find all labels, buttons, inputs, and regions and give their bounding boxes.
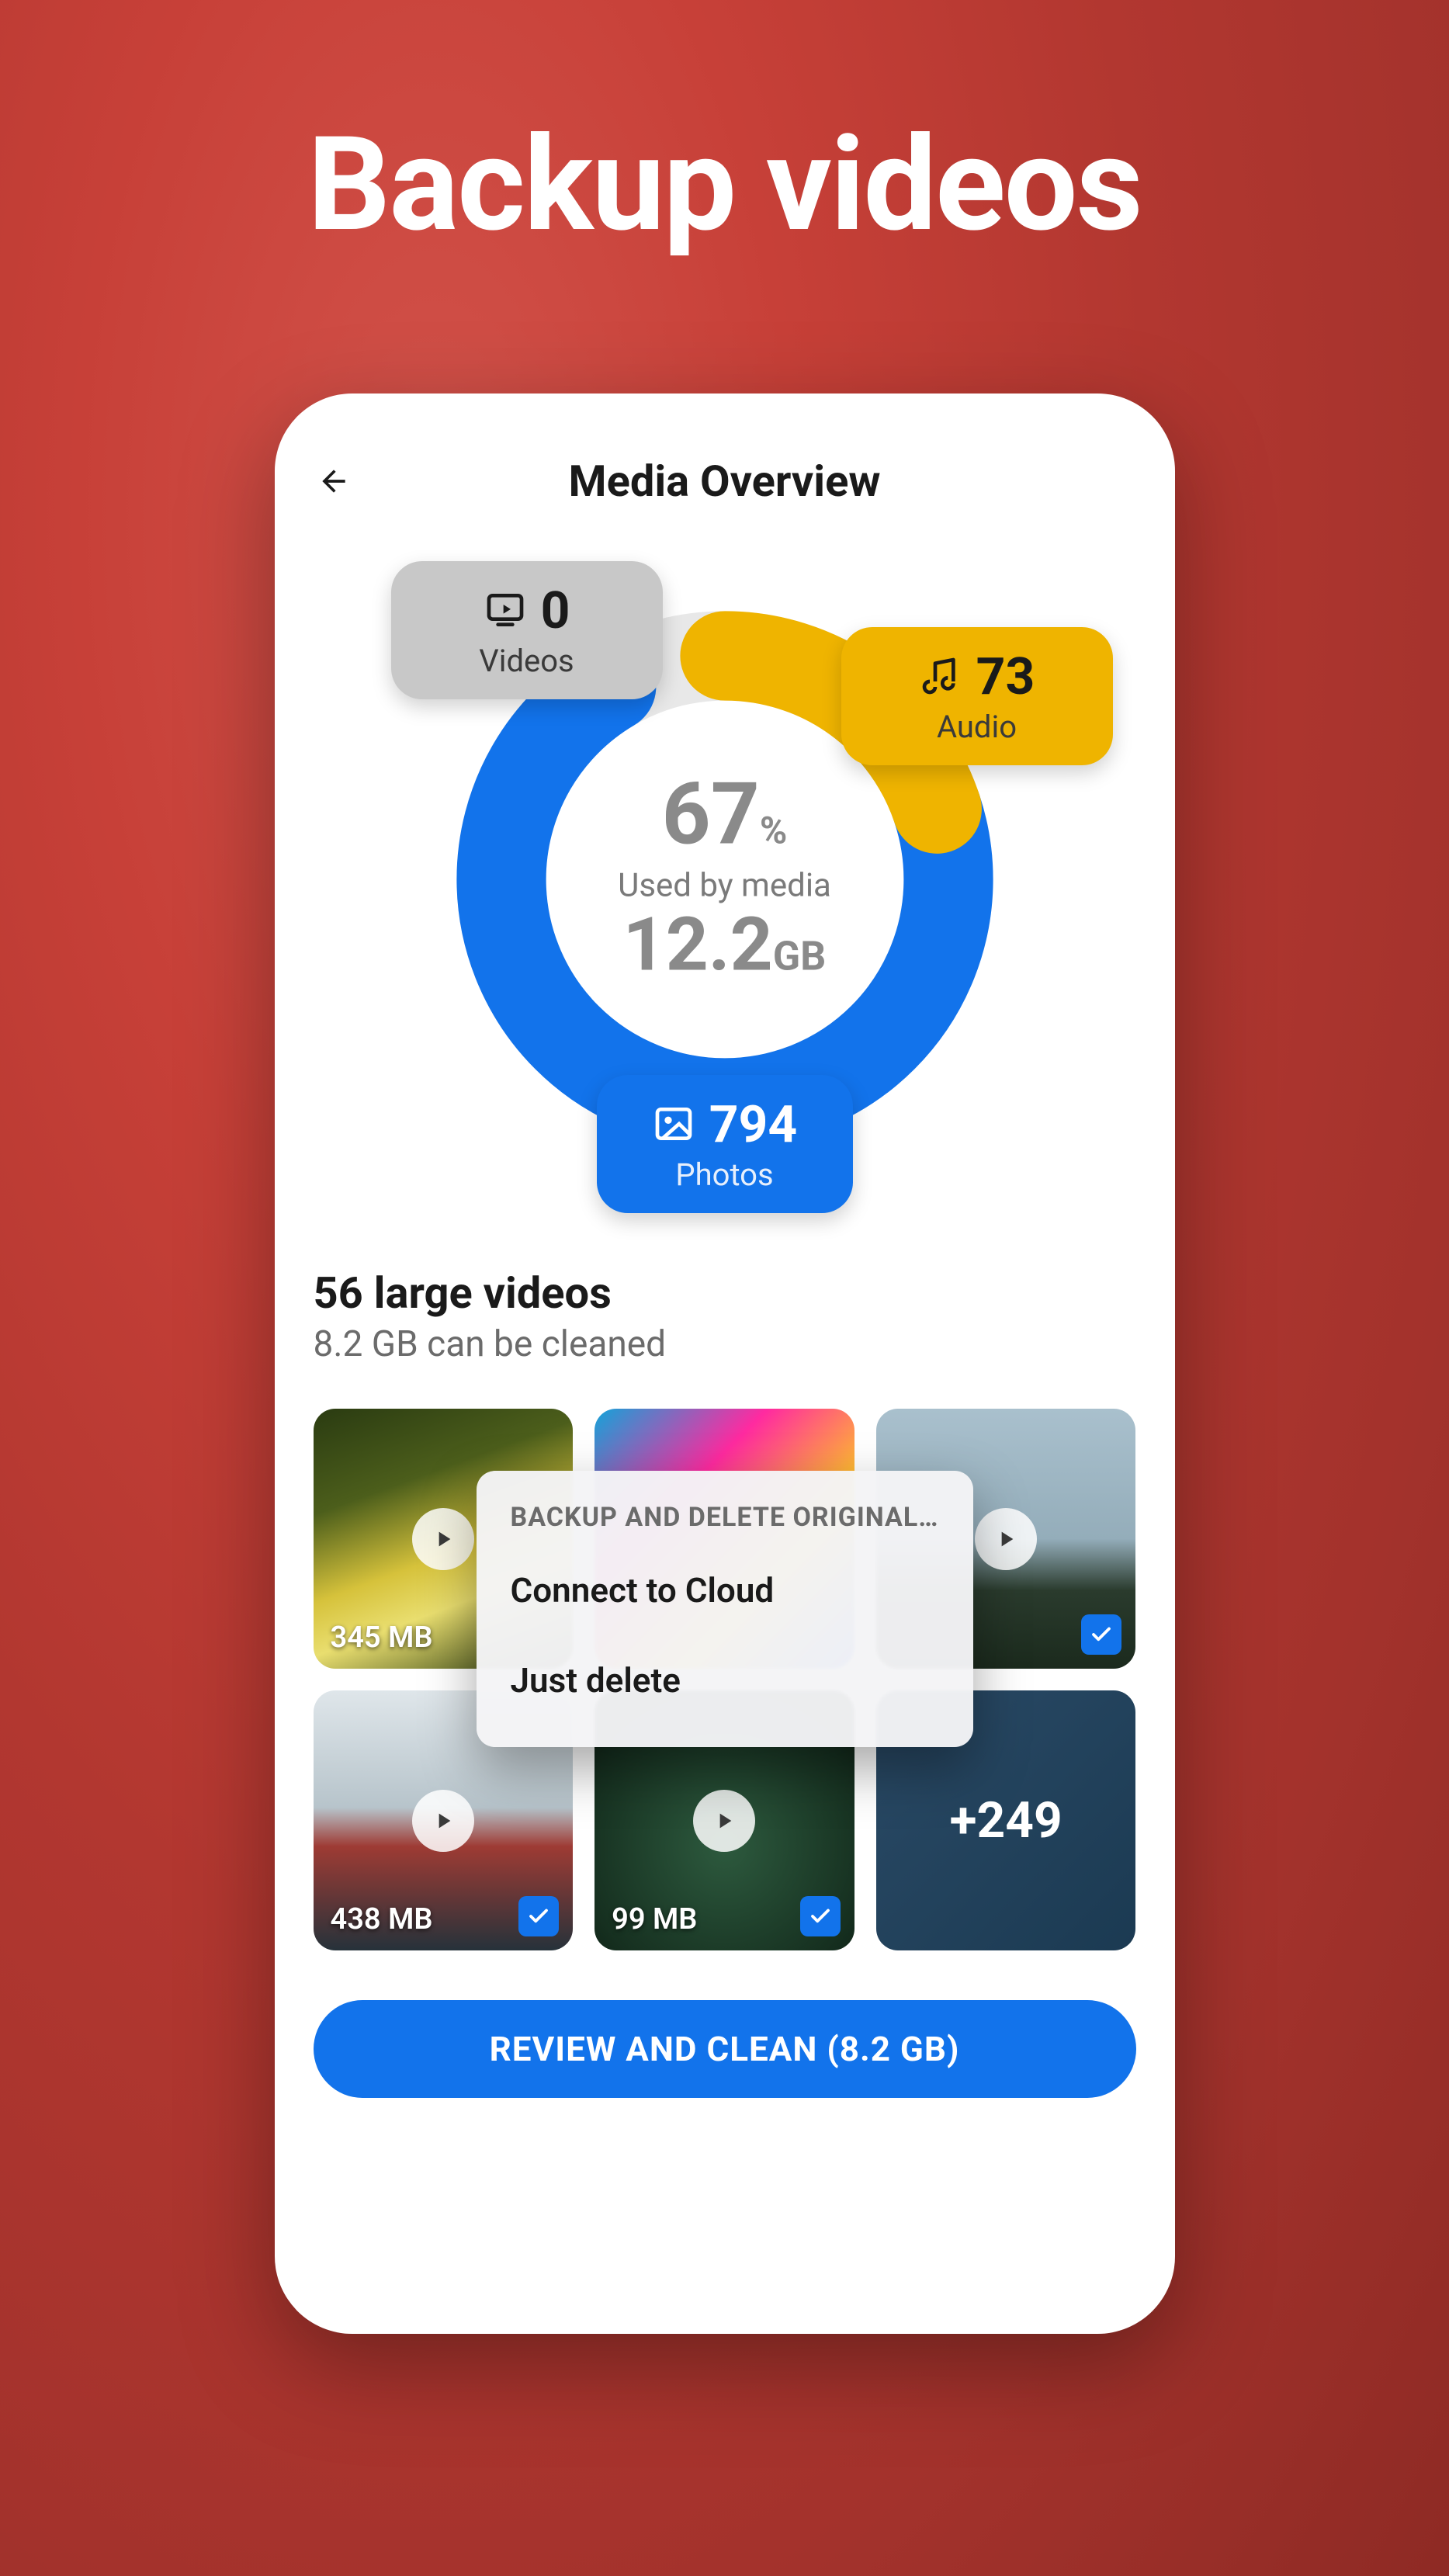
video-screen-icon [484, 588, 527, 635]
section-title: 56 large videos [314, 1267, 1136, 1319]
audio-label: Audio [875, 709, 1079, 745]
photos-count: 794 [709, 1095, 798, 1155]
selected-check[interactable] [800, 1896, 841, 1936]
connect-to-cloud-option[interactable]: Connect to Cloud [511, 1533, 939, 1635]
back-button[interactable] [314, 461, 354, 501]
phone-frame: Media Overview 67% Used by media 12.2GB [275, 394, 1175, 2334]
photos-label: Photos [631, 1156, 819, 1193]
play-icon [412, 1508, 474, 1570]
audio-count: 73 [976, 647, 1035, 707]
backup-delete-popover: BACKUP AND DELETE ORIGINAL… Connect to C… [477, 1471, 973, 1747]
video-size: 438 MB [331, 1902, 433, 1936]
video-size: 345 MB [331, 1621, 433, 1655]
used-size-unit: GB [773, 933, 827, 980]
section-subtitle: 8.2 GB can be cleaned [314, 1323, 1136, 1365]
play-icon [412, 1790, 474, 1852]
video-grid: 345 MB 438 MB 99 MB +249 BACKUP [314, 1409, 1136, 1950]
page-title: Media Overview [354, 456, 1096, 507]
play-icon [975, 1508, 1037, 1570]
video-size: 99 MB [612, 1902, 697, 1936]
audio-badge[interactable]: 73 Audio [841, 627, 1113, 765]
photos-badge[interactable]: 794 Photos [597, 1075, 853, 1213]
large-videos-section: 56 large videos 8.2 GB can be cleaned 34… [306, 1229, 1144, 1950]
used-size: 12.2 [623, 902, 773, 989]
more-count: +249 [950, 1791, 1062, 1850]
arrow-left-icon [317, 464, 351, 498]
music-note-icon [919, 654, 962, 701]
videos-label: Videos [425, 643, 629, 679]
just-delete-option[interactable]: Just delete [511, 1635, 939, 1725]
review-and-clean-button[interactable]: REVIEW AND CLEAN (8.2 GB) [314, 2000, 1136, 2098]
donut-center: 67% Used by media 12.2GB [618, 772, 831, 987]
app-header: Media Overview [306, 440, 1144, 530]
media-donut-chart: 67% Used by media 12.2GB 0 Videos [306, 530, 1144, 1229]
selected-check[interactable] [1081, 1614, 1121, 1655]
play-icon [693, 1790, 755, 1852]
used-percent: 67 [662, 764, 760, 865]
selected-check[interactable] [518, 1896, 559, 1936]
image-icon [652, 1102, 695, 1149]
used-label: Used by media [618, 867, 831, 905]
videos-count: 0 [541, 581, 570, 641]
popover-title: BACKUP AND DELETE ORIGINAL… [511, 1502, 939, 1533]
hero-title: Backup videos [307, 109, 1142, 262]
percent-symbol: % [760, 809, 787, 853]
videos-badge[interactable]: 0 Videos [391, 561, 663, 699]
